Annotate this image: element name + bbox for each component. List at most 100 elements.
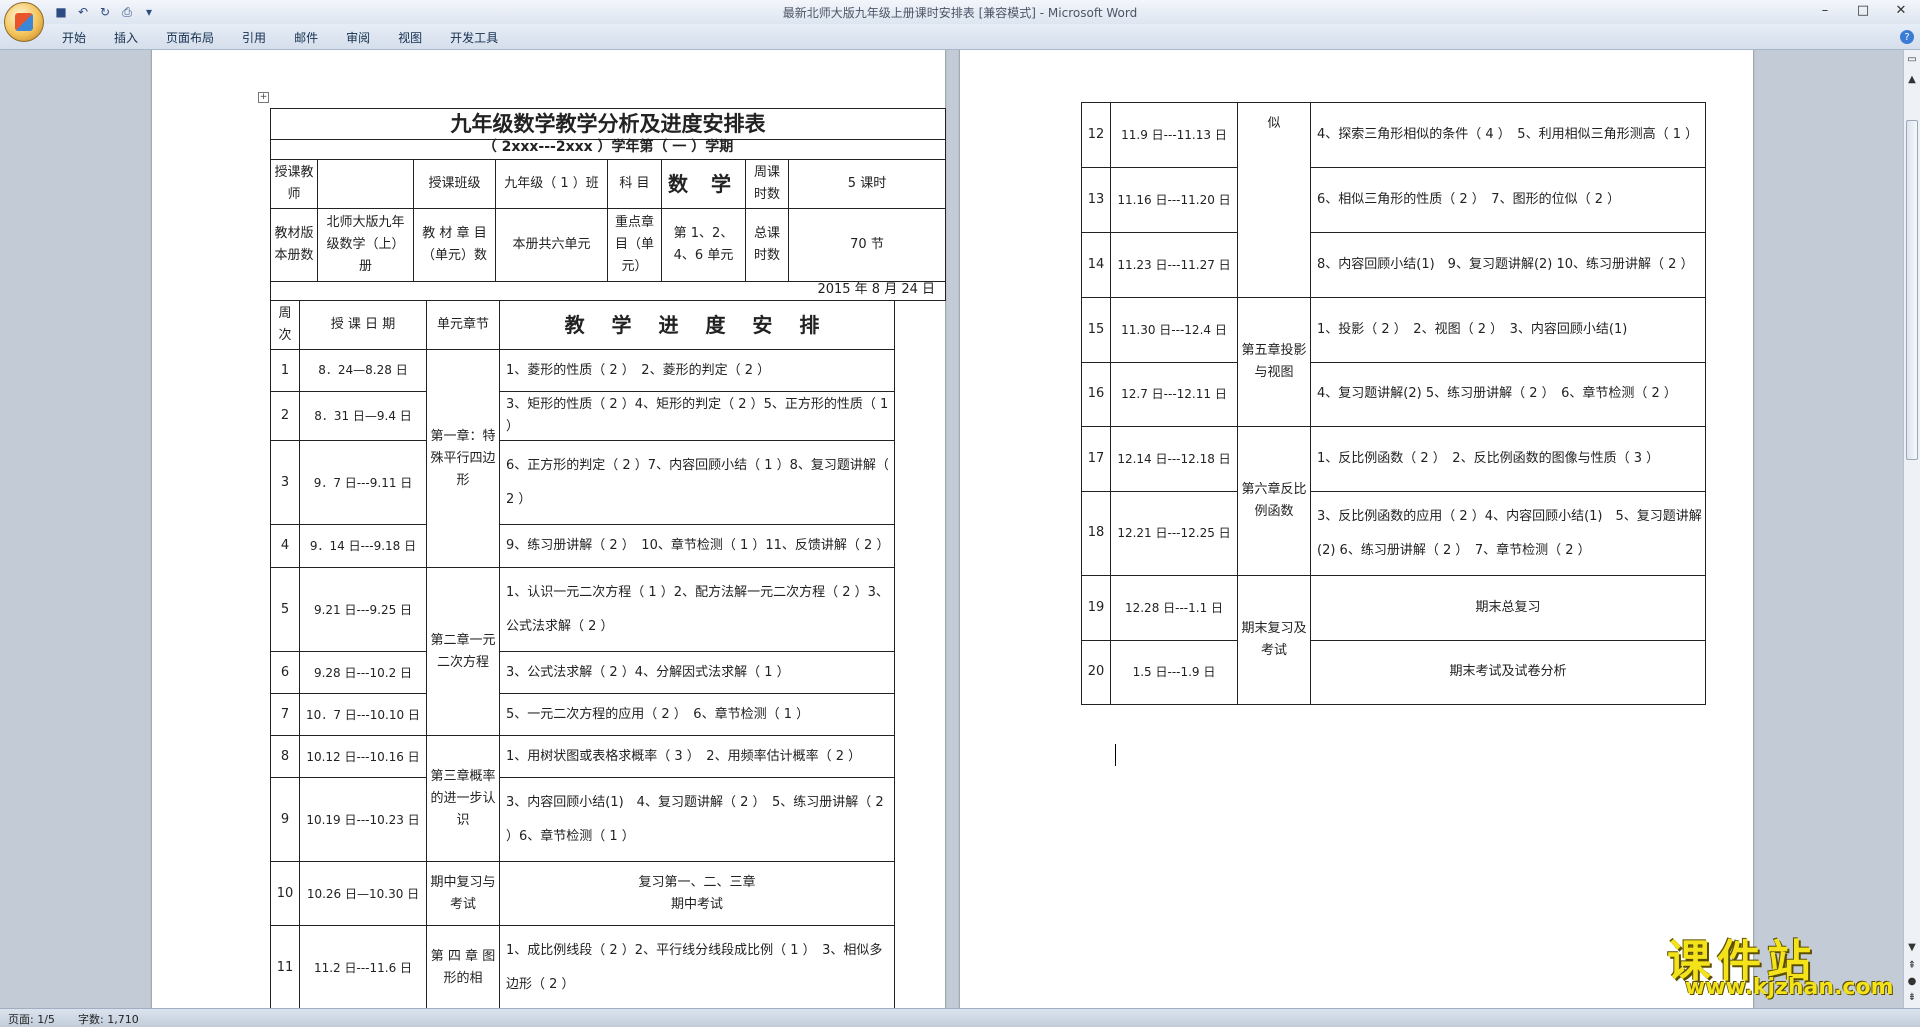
- week-date: 10．7 日---10.10 日: [299, 693, 427, 737]
- week-plan: 4、探索三角形相似的条件（ 4 ） 5、利用相似三角形测高（ 1 ）: [1310, 102, 1706, 168]
- table-move-handle-icon[interactable]: +: [258, 92, 269, 103]
- week-plan: 6、正方形的判定（ 2 ）7、内容回顾小结（ 1 ）8、复习题讲解（ 2 ）: [499, 440, 895, 526]
- textbook-value: 北师大版九年级数学（上）册: [317, 208, 414, 283]
- key-units-value: 第 1、2、4、6 单元: [661, 208, 746, 283]
- office-logo-icon: [15, 13, 33, 31]
- textbook-label: 教材版本册数: [270, 208, 318, 283]
- week-plan: 复习第一、二、三章: [638, 874, 756, 890]
- week-date: 12.28 日---1.1 日: [1110, 575, 1238, 641]
- doc-date: 2015 年 8 月 24 日: [270, 280, 946, 301]
- text-cursor: [1115, 744, 1116, 766]
- scroll-down-icon[interactable]: ▼: [1906, 942, 1918, 956]
- previous-page-icon[interactable]: ⇞: [1906, 960, 1918, 974]
- vertical-scrollbar[interactable]: ▭ ▲ ▼ ⇞ ● ⇟: [1903, 50, 1920, 1008]
- teacher-value: [317, 158, 414, 210]
- week-plan-line2: 期中考试: [670, 896, 723, 912]
- ribbon-tabs: 开始 插入 页面布局 引用 邮件 审阅 视图 开发工具: [48, 28, 512, 47]
- week-date: 9.21 日---9.25 日: [299, 567, 427, 653]
- date-table: 2015 年 8 月 24 日: [270, 280, 946, 301]
- week-number: 1: [270, 349, 300, 393]
- watermark-url: www.kjzhan.com: [1685, 975, 1894, 1000]
- window-controls: – □ ✕: [1806, 0, 1920, 20]
- help-icon[interactable]: ?: [1900, 30, 1914, 44]
- tab-view[interactable]: 视图: [384, 28, 436, 47]
- document-workspace: + 九年级数学教学分析及进度安排表 （ 2xxx---2xxx ）学年第（ 一 …: [0, 50, 1900, 1008]
- close-button[interactable]: ✕: [1882, 0, 1920, 20]
- class-value: 九年级（ 1 ）班: [495, 158, 608, 210]
- week-number: 4: [270, 524, 300, 569]
- week-plan: 8、内容回顾小结(1) 9、复习题讲解(2) 10、练习册讲解（ 2 ）: [1310, 232, 1706, 298]
- scroll-thumb[interactable]: [1906, 120, 1918, 460]
- class-label: 授课班级: [413, 158, 496, 210]
- status-bar: 页面: 1/5 字数: 1,710: [0, 1008, 1920, 1026]
- tab-page-layout[interactable]: 页面布局: [152, 28, 228, 47]
- tab-home[interactable]: 开始: [48, 28, 100, 47]
- week-date: 9.28 日---10.2 日: [299, 651, 427, 695]
- week-number: 13: [1081, 167, 1111, 233]
- tab-insert[interactable]: 插入: [100, 28, 152, 47]
- document-page-1[interactable]: + 九年级数学教学分析及进度安排表 （ 2xxx---2xxx ）学年第（ 一 …: [152, 50, 946, 1008]
- week-number: 16: [1081, 362, 1111, 427]
- document-page-2[interactable]: 12 11.9 日---11.13 日 似 4、探索三角形相似的条件（ 4 ） …: [960, 50, 1753, 1008]
- year-line: （ 2xxx---2xxx ）学年第（ 一 ）学期: [270, 136, 946, 160]
- week-plan: 1、菱形的性质（ 2 ） 2、菱形的判定（ 2 ）: [499, 349, 895, 393]
- header-week: 周次: [270, 299, 300, 351]
- week-number: 14: [1081, 232, 1111, 298]
- week-date: 12.21 日---12.25 日: [1110, 491, 1238, 576]
- week-plan: 6、相似三角形的性质（ 2 ） 7、图形的位似（ 2 ）: [1310, 167, 1706, 233]
- week-date: 12.7 日---12.11 日: [1110, 362, 1238, 427]
- week-number: 17: [1081, 426, 1111, 492]
- week-number: 6: [270, 651, 300, 695]
- week-date: 11.2 日---11.6 日: [299, 925, 427, 1008]
- weekly-label: 周课时数: [745, 158, 789, 210]
- week-plan: 1、成比例线段（ 2 ）2、平行线分线段成比例（ 1 ） 3、相似多边形（ 2 …: [499, 925, 895, 1008]
- header-unit: 单元章节: [426, 299, 500, 351]
- total-hours-value: 70 节: [788, 208, 946, 283]
- week-plan: 1、投影（ 2 ） 2、视图（ 2 ） 3、内容回顾小结(1): [1310, 297, 1706, 363]
- maximize-button[interactable]: □: [1844, 0, 1882, 20]
- unit-cell: 第五章投影与视图: [1237, 297, 1311, 427]
- title-bar: ■ ↶ ↻ ⎙ ▾ 最新北师大版九年级上册课时安排表 [兼容模式] - Micr…: [0, 0, 1920, 24]
- watermark-logo: 课件站 www.kjzhan.com: [1667, 925, 1902, 1005]
- scroll-up-icon[interactable]: ▲: [1906, 74, 1918, 88]
- week-date: 10.12 日---10.16 日: [299, 735, 427, 779]
- tab-review[interactable]: 审阅: [332, 28, 384, 47]
- week-number: 3: [270, 440, 300, 526]
- ribbon: 开始 插入 页面布局 引用 邮件 审阅 视图 开发工具 ?: [0, 24, 1920, 50]
- week-number: 20: [1081, 640, 1111, 705]
- unit-cell: 第 四 章 图形的相: [426, 925, 500, 1008]
- header-date: 授 课 日 期: [299, 299, 427, 351]
- week-date: 1.5 日---1.9 日: [1110, 640, 1238, 705]
- unit-cell: 第六章反比例函数: [1237, 426, 1311, 576]
- unit-cell: 期中复习与考试: [426, 861, 500, 927]
- chapters-label: 教 材 章 目（单元）数: [413, 208, 496, 283]
- ruler-toggle-icon[interactable]: ▭: [1906, 54, 1918, 68]
- week-number: 11: [270, 925, 300, 1008]
- week-number: 8: [270, 735, 300, 779]
- week-number: 10: [270, 861, 300, 927]
- weekly-value: 5 课时: [788, 158, 946, 210]
- next-page-icon[interactable]: ⇟: [1906, 992, 1918, 1006]
- tab-developer[interactable]: 开发工具: [436, 28, 512, 47]
- week-plan: 3、反比例函数的应用（ 2 ）4、内容回顾小结(1) 5、复习题讲解(2) 6、…: [1310, 491, 1706, 576]
- teacher-label: 授课教师: [270, 158, 318, 210]
- tab-mailings[interactable]: 邮件: [280, 28, 332, 47]
- week-number: 18: [1081, 491, 1111, 576]
- unit-cell: 似: [1237, 102, 1311, 298]
- unit-cell: 第二章一元二次方程: [426, 567, 500, 737]
- week-number: 2: [270, 391, 300, 442]
- tab-references[interactable]: 引用: [228, 28, 280, 47]
- minimize-button[interactable]: –: [1806, 0, 1844, 20]
- window-title: 最新北师大版九年级上册课时安排表 [兼容模式] - Microsoft Word: [782, 6, 1138, 20]
- week-date: 8．31 日—9.4 日: [299, 391, 427, 442]
- office-button[interactable]: [4, 2, 44, 42]
- week-number: 5: [270, 567, 300, 653]
- week-number: 15: [1081, 297, 1111, 363]
- unit-cell: 期末复习及考试: [1237, 575, 1311, 705]
- select-browse-object-icon[interactable]: ●: [1906, 976, 1918, 990]
- year-table: （ 2xxx---2xxx ）学年第（ 一 ）学期: [270, 136, 946, 160]
- week-plan: 9、练习册讲解（ 2 ） 10、章节检测（ 1 ）11、反馈讲解（ 2 ）: [499, 524, 895, 569]
- week-plan: 期末考试及试卷分析: [1310, 640, 1706, 705]
- chapters-value: 本册共六单元: [495, 208, 608, 283]
- unit-cell: 第一章：特殊平行四边形: [426, 349, 500, 569]
